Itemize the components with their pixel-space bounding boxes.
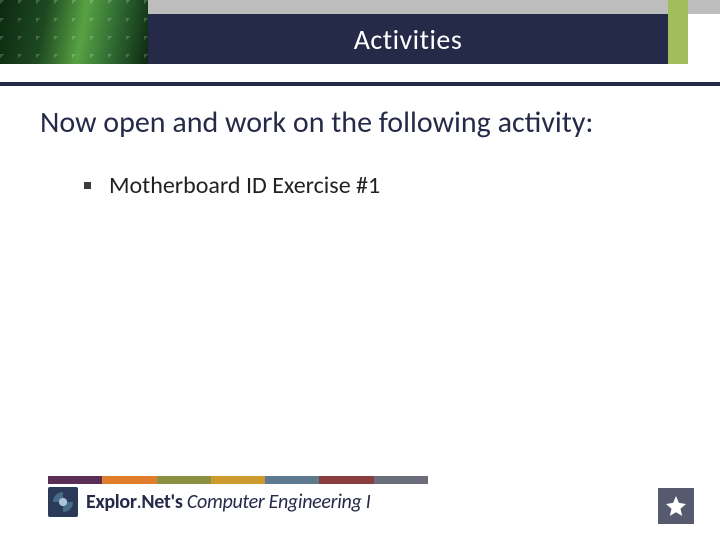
star-icon — [664, 494, 688, 518]
star-badge — [658, 488, 694, 524]
brand-net: Net's — [141, 490, 186, 514]
header-title-box: Activities — [148, 14, 668, 64]
footer-brand: Explor.Net's Computer Engineering I — [48, 487, 672, 517]
brand-prefix: Explor — [86, 490, 137, 514]
header-underline — [0, 82, 720, 86]
slide-footer: Explor.Net's Computer Engineering I — [48, 476, 672, 522]
header-accent-bar — [668, 0, 688, 64]
brand-course: Computer Engineering I — [187, 490, 371, 514]
footer-color-stripe — [48, 476, 428, 484]
header-right-fill — [688, 14, 720, 64]
list-item: Motherboard ID Exercise #1 — [84, 170, 680, 201]
slide-title: Activities — [354, 22, 463, 57]
slide-header: Activities — [0, 0, 720, 64]
bullet-list: Motherboard ID Exercise #1 — [40, 170, 680, 201]
intro-text: Now open and work on the following activ… — [40, 104, 680, 142]
header-decorative-image — [0, 0, 148, 64]
bullet-icon — [84, 182, 91, 189]
bullet-text: Motherboard ID Exercise #1 — [109, 170, 380, 201]
brand-text: Explor.Net's Computer Engineering I — [86, 490, 370, 514]
slide-content: Now open and work on the following activ… — [40, 104, 680, 201]
brand-logo-icon — [48, 487, 78, 517]
